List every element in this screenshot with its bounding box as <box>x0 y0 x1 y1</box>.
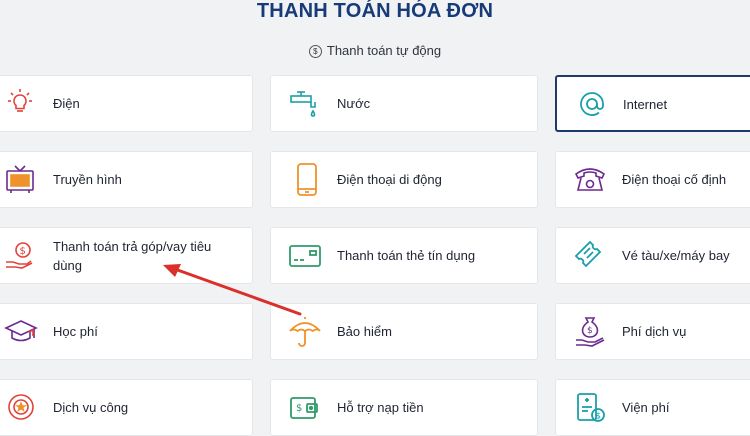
service-card-internet[interactable]: Internet <box>555 75 750 132</box>
service-label: Hỗ trợ nạp tiền <box>337 400 424 415</box>
service-card-tuition[interactable]: Học phí <box>0 303 253 360</box>
dollar-coin-icon: $ <box>308 45 322 58</box>
graduation-cap-icon <box>3 314 43 354</box>
svg-text:$: $ <box>20 246 26 257</box>
wallet-icon: $ <box>287 390 327 430</box>
service-label: Bảo hiểm <box>337 324 392 339</box>
credit-card-icon <box>287 238 327 278</box>
service-label: Điện <box>53 96 80 111</box>
service-card-installment[interactable]: $ Thanh toán trả góp/vay tiêu dùng <box>0 227 253 284</box>
water-tap-icon <box>287 86 327 126</box>
page-title: THANH TOÁN HÓA ĐƠN <box>256 0 494 22</box>
service-card-public-services[interactable]: Dịch vụ công <box>0 379 253 436</box>
service-card-tv[interactable]: Truyền hình <box>0 151 253 208</box>
service-label: Phí dịch vụ <box>622 324 687 339</box>
money-bag-hand-icon: $ <box>572 314 612 354</box>
auto-payment-link[interactable]: $ Thanh toán tự động <box>0 43 750 58</box>
service-card-tickets[interactable]: Vé tàu/xe/máy bay <box>555 227 750 284</box>
ticket-icon <box>572 238 612 278</box>
service-label: Dịch vụ công <box>53 400 129 415</box>
service-card-mobile[interactable]: Điện thoại di động <box>270 151 538 208</box>
mobile-phone-icon <box>291 162 331 202</box>
service-card-landline[interactable]: Điện thoại cố định <box>555 151 750 208</box>
svg-text:$: $ <box>296 403 302 414</box>
svg-text:$: $ <box>587 326 593 336</box>
lightbulb-icon <box>3 86 43 126</box>
service-card-credit-card[interactable]: Thanh toán thẻ tín dụng <box>270 227 538 284</box>
service-label: Nước <box>337 96 371 111</box>
at-sign-icon <box>575 87 615 127</box>
service-label: Truyền hình <box>53 172 122 187</box>
auto-payment-label: Thanh toán tự động <box>326 43 442 58</box>
service-label: Điện thoại cố định <box>622 172 727 187</box>
tv-icon <box>3 162 43 202</box>
service-label: Internet <box>623 97 668 112</box>
landline-phone-icon <box>572 162 612 202</box>
service-label: Thanh toán trả góp/vay tiêu dùng <box>53 239 212 273</box>
svg-text:$: $ <box>595 412 601 422</box>
service-card-top-up[interactable]: $ Hỗ trợ nạp tiền <box>270 379 538 436</box>
installment-money-icon: $ <box>3 238 43 278</box>
service-label: Vé tàu/xe/máy bay <box>622 248 730 263</box>
umbrella-icon <box>287 314 327 354</box>
state-emblem-icon <box>3 390 43 430</box>
service-card-water[interactable]: Nước <box>270 75 538 132</box>
medical-bill-icon: $ <box>572 390 612 430</box>
service-card-service-fee[interactable]: $ Phí dịch vụ <box>555 303 750 360</box>
service-label: Học phí <box>53 324 98 339</box>
service-card-electricity[interactable]: Điện <box>0 75 253 132</box>
service-label: Điện thoại di động <box>337 172 442 187</box>
service-label: Thanh toán thẻ tín dụng <box>337 248 476 263</box>
service-card-hospital-fee[interactable]: $ Viện phí <box>555 379 750 436</box>
service-label: Viện phí <box>622 400 670 415</box>
service-card-insurance[interactable]: Bảo hiểm <box>270 303 538 360</box>
